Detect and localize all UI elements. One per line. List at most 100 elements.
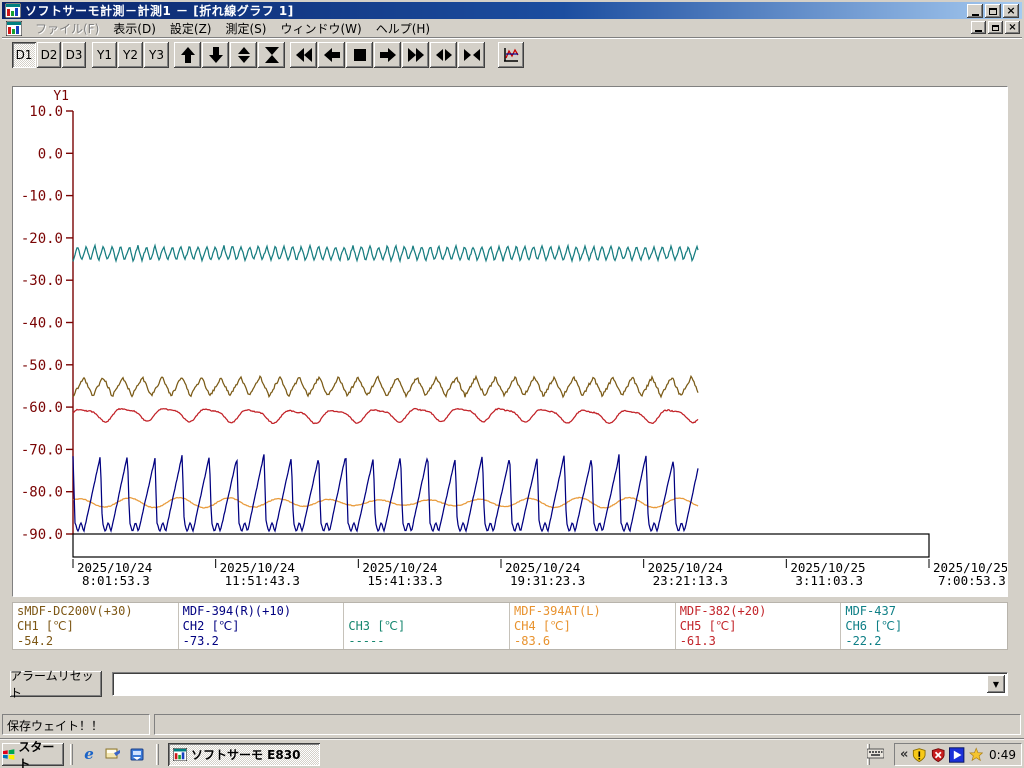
menu-help[interactable]: ヘルプ(H) bbox=[369, 18, 437, 39]
child-minimize-button[interactable] bbox=[971, 21, 986, 34]
graph-view-button[interactable] bbox=[498, 42, 524, 68]
svg-text:19:31:23.3: 19:31:23.3 bbox=[510, 573, 585, 588]
title-bar: ソフトサーモ計測－計測1 － [折れ線グラフ 1] × bbox=[2, 2, 1022, 19]
ch2-label: CH2 [℃] bbox=[182, 619, 240, 633]
fast-rewind-button[interactable] bbox=[290, 42, 317, 68]
restore-button[interactable] bbox=[985, 4, 1001, 18]
media-player-tray-icon[interactable] bbox=[949, 746, 965, 763]
ch6-label: CH6 [℃] bbox=[845, 619, 903, 633]
close-icon: × bbox=[1006, 4, 1016, 17]
ch4-label: CH4 [℃] bbox=[514, 619, 571, 633]
keyboard-language-icon[interactable] bbox=[867, 747, 884, 759]
svg-text:10.0: 10.0 bbox=[29, 104, 63, 120]
arrow-up-icon bbox=[180, 47, 195, 63]
ie-quicklaunch-icon[interactable]: e bbox=[80, 745, 98, 763]
ch4-value: -83.6 bbox=[514, 634, 551, 648]
combobox-dropdown-button[interactable]: ▼ bbox=[987, 675, 1005, 693]
ch2-value: -73.2 bbox=[182, 634, 219, 648]
channel-legend: sMDF-DC200V(+30) CH1 [℃] -54.2 MDF-394(R… bbox=[12, 602, 1008, 650]
alarm-reset-label: アラームリセット bbox=[10, 669, 94, 700]
line-graph-icon bbox=[504, 48, 519, 62]
windows-logo-icon bbox=[2, 749, 15, 760]
ch5-label: CH5 [℃] bbox=[679, 619, 737, 633]
task-button-label: ソフトサーモ E830 bbox=[191, 748, 301, 762]
taskband-handle[interactable] bbox=[156, 744, 159, 765]
expand-vertical-button[interactable] bbox=[230, 42, 257, 68]
minimize-icon bbox=[975, 29, 982, 32]
y3-button[interactable]: Y3 bbox=[144, 42, 169, 68]
svg-text:23:21:13.3: 23:21:13.3 bbox=[653, 573, 728, 588]
security-alert-shield-icon[interactable] bbox=[931, 747, 945, 763]
menu-bar: ファイル(F) 表示(D) 設定(Z) 測定(S) ウィンドウ(W) ヘルプ(H… bbox=[2, 19, 1022, 38]
chevron-down-icon: ▼ bbox=[992, 679, 1000, 689]
y2-button[interactable]: Y2 bbox=[118, 42, 143, 68]
restore-icon bbox=[989, 7, 997, 15]
arrow-left-icon bbox=[323, 48, 340, 62]
window-title: ソフトサーモ計測－計測1 － [折れ線グラフ 1] bbox=[25, 4, 294, 18]
legend-ch3: CH3 [℃] ----- bbox=[344, 603, 511, 649]
task-button-softthermo[interactable]: ソフトサーモ E830 bbox=[168, 743, 320, 766]
legend-ch1: sMDF-DC200V(+30) CH1 [℃] -54.2 bbox=[13, 603, 179, 649]
alarm-combobox[interactable]: ▼ bbox=[112, 672, 1008, 696]
y1-button[interactable]: Y1 bbox=[92, 42, 117, 68]
ch5-value: -61.3 bbox=[679, 634, 716, 648]
svg-text:-60.0: -60.0 bbox=[21, 400, 63, 416]
ch6-value: -22.2 bbox=[845, 634, 882, 648]
outlook-quicklaunch-icon[interactable] bbox=[128, 745, 146, 763]
menu-window[interactable]: ウィンドウ(W) bbox=[273, 18, 368, 39]
menu-settings[interactable]: 設定(Z) bbox=[163, 18, 219, 39]
legend-ch5: MDF-382(+20) CH5 [℃] -61.3 bbox=[676, 603, 842, 649]
stop-icon bbox=[353, 49, 366, 61]
scroll-right-button[interactable] bbox=[374, 42, 401, 68]
child-close-button[interactable]: × bbox=[1005, 21, 1020, 34]
scroll-left-button[interactable] bbox=[318, 42, 345, 68]
tray-clock[interactable]: 0:49 bbox=[989, 748, 1016, 762]
tray-overflow-chevron[interactable]: « bbox=[900, 747, 908, 762]
mdi-child-icon[interactable] bbox=[6, 20, 22, 36]
legend-ch2: MDF-394(R)(+10) CH2 [℃] -73.2 bbox=[179, 603, 345, 649]
alarm-reset-button[interactable]: アラームリセット bbox=[10, 669, 102, 700]
status-message: 保存ウェイト！！ bbox=[7, 719, 104, 733]
show-desktop-icon[interactable] bbox=[104, 745, 122, 763]
start-button[interactable]: スタート bbox=[2, 740, 64, 768]
scale-up-button[interactable] bbox=[174, 42, 201, 68]
compress-horizontal-button[interactable] bbox=[458, 42, 485, 68]
menu-view[interactable]: 表示(D) bbox=[106, 18, 163, 39]
svg-text:15:41:33.3: 15:41:33.3 bbox=[367, 573, 442, 588]
quicklaunch-handle[interactable] bbox=[70, 744, 73, 765]
child-restore-button[interactable] bbox=[988, 21, 1003, 34]
ch3-value: ----- bbox=[348, 634, 385, 648]
status-message-panel: 保存ウェイト！！ bbox=[2, 714, 150, 735]
d2-button[interactable]: D2 bbox=[37, 42, 61, 68]
taskbar: スタート e ソフトサーモ E830 « 0:49 bbox=[0, 739, 1024, 768]
expand-horizontal-button[interactable] bbox=[430, 42, 457, 68]
minimize-button[interactable] bbox=[967, 4, 983, 18]
compress-horizontal-icon bbox=[463, 49, 480, 61]
update-star-tray-icon[interactable] bbox=[968, 747, 983, 762]
svg-text:7:00:53.3: 7:00:53.3 bbox=[938, 573, 1006, 588]
menu-file[interactable]: ファイル(F) bbox=[28, 18, 106, 39]
app-icon bbox=[173, 748, 187, 761]
ch1-value: -54.2 bbox=[17, 634, 54, 648]
d3-button[interactable]: D3 bbox=[62, 42, 86, 68]
stop-button[interactable] bbox=[346, 42, 373, 68]
close-button[interactable]: × bbox=[1003, 4, 1019, 18]
minimize-icon bbox=[971, 13, 979, 16]
ch3-sensor-name bbox=[348, 604, 505, 619]
app-icon bbox=[5, 3, 21, 18]
status-secondary-panel bbox=[154, 714, 1021, 735]
double-left-icon bbox=[295, 48, 312, 62]
menu-measure[interactable]: 測定(S) bbox=[218, 18, 273, 39]
svg-text:-90.0: -90.0 bbox=[21, 527, 63, 543]
fast-forward-button[interactable] bbox=[402, 42, 429, 68]
compress-vertical-button[interactable] bbox=[258, 42, 285, 68]
arrow-right-icon bbox=[379, 48, 396, 62]
graph-panel: Y1 10.0 0.0 -10.0 -20.0 -30.0 -40.0 -50.0 -60.0 -… bbox=[12, 86, 1008, 597]
svg-text:-70.0: -70.0 bbox=[21, 442, 63, 458]
svg-text:0.0: 0.0 bbox=[38, 146, 63, 162]
scale-down-button[interactable] bbox=[202, 42, 229, 68]
d1-button[interactable]: D1 bbox=[12, 42, 36, 68]
ch1-sensor-name: sMDF-DC200V(+30) bbox=[17, 604, 133, 618]
legend-ch6: MDF-437 CH6 [℃] -22.2 bbox=[841, 603, 1007, 649]
security-warning-shield-icon[interactable] bbox=[912, 747, 926, 763]
